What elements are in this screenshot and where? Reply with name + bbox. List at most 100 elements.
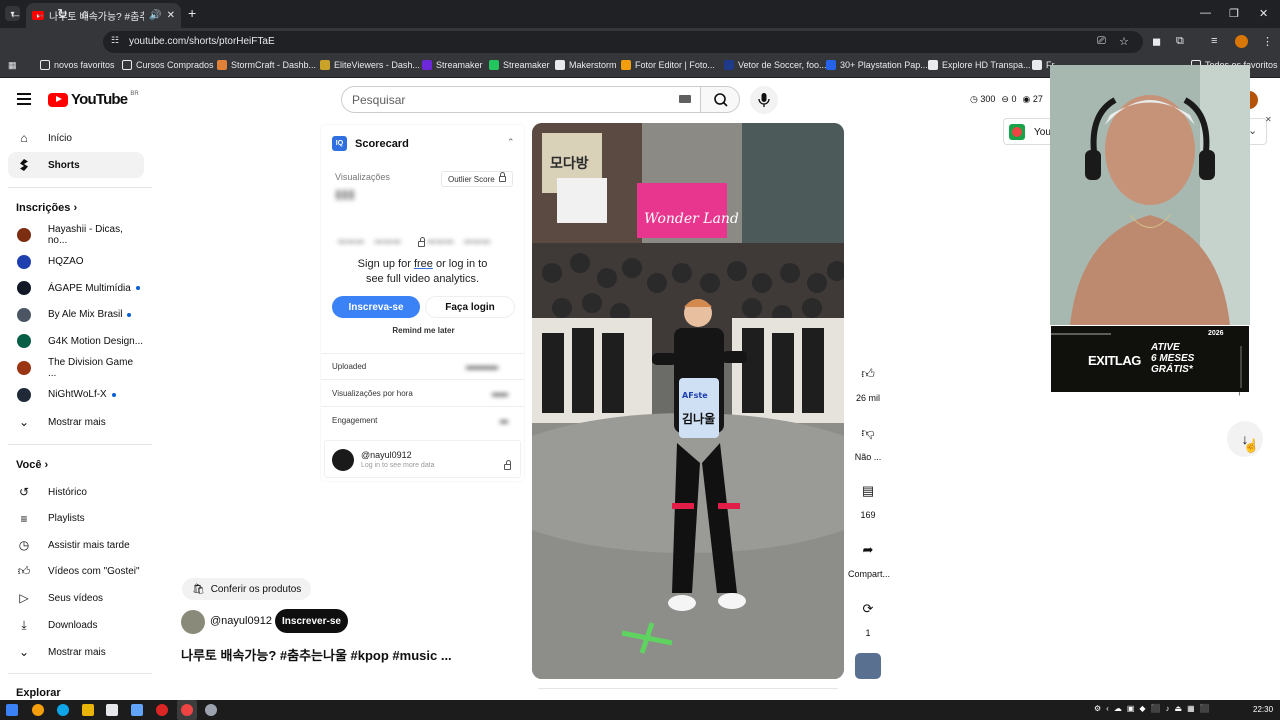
bookmark-item[interactable]: Cursos Comprados (122, 60, 214, 70)
bookmark-item[interactable]: Fotor Editor | Foto... (621, 60, 715, 70)
back-button[interactable]: ← (9, 6, 22, 21)
free-link[interactable]: free (414, 258, 433, 270)
subscriptions-heading[interactable]: Inscrições › (16, 202, 77, 214)
bookmark-item[interactable]: EliteViewers - Dash... (320, 60, 420, 70)
bookmark-item[interactable]: novos favoritos (40, 60, 115, 70)
sidebar-item-label: Downloads (48, 619, 98, 631)
chevron-down-icon: ⌄ (18, 645, 30, 659)
sidebar-item-channel[interactable]: ÁGAPE Multimídia (8, 275, 144, 301)
scorecard-divider (321, 353, 524, 354)
remix-icon[interactable]: ⟳ (853, 594, 883, 624)
close-tab-icon[interactable]: ✕ (167, 10, 175, 21)
thumbs-down-icon[interactable]: 👎︎ (853, 418, 883, 448)
bookmark-item[interactable]: StormCraft - Dashb... (217, 60, 316, 70)
close-window-button[interactable]: ✕ (1259, 7, 1268, 20)
sidebar-item-home[interactable]: ⌂ Início (8, 125, 144, 151)
channel-avatar-icon (16, 228, 32, 242)
subscribe-button[interactable]: Inscrever-se (275, 609, 348, 633)
chrome-menu-icon[interactable]: ⋮ (1262, 35, 1273, 48)
share-action[interactable]: ➦ Compart... (848, 535, 890, 579)
action-label: 1 (865, 627, 871, 638)
browser-tab[interactable]: 나루토 배속가능? #춤추는나 🔊 ✕ (26, 3, 181, 28)
products-button[interactable]: 🛍 Conferir os produtos (182, 578, 312, 600)
forward-button[interactable]: → (33, 6, 46, 21)
share-icon[interactable]: ➦ (853, 535, 883, 565)
bookmark-item[interactable]: 30+ Playstation Pap... (826, 60, 928, 70)
voice-search-button[interactable] (750, 86, 778, 114)
sidebar-item-channel[interactable]: G4K Motion Design... (8, 328, 144, 354)
remind-later-link[interactable]: Remind me later (332, 326, 515, 335)
thumbs-down-action[interactable]: 👎︎ Não ... (848, 418, 888, 462)
close-icon[interactable]: ✕ (1265, 115, 1272, 124)
extension-icon[interactable]: ◼ (1152, 35, 1161, 48)
show-more-subscriptions[interactable]: ⌄ Mostrar mais (8, 409, 144, 435)
bookmark-star-icon[interactable]: ☆ (1119, 35, 1129, 48)
app-icon[interactable] (205, 704, 217, 716)
install-app-icon[interactable]: ⎚ (1097, 35, 1106, 48)
thumbs-up-action[interactable]: 👍︎ 26 mil (848, 359, 888, 403)
file-explorer-icon[interactable] (82, 704, 94, 716)
sidebar-item-playlist[interactable]: ≡ Playlists (8, 506, 144, 532)
bookmark-item[interactable]: Explore HD Transpa... (928, 60, 1031, 70)
app-icon[interactable] (106, 704, 118, 716)
sidebar-item-channel[interactable]: NiGhtWoLf-X (8, 382, 144, 408)
bookmark-label: StormCraft - Dashb... (231, 60, 317, 70)
sidebar-item-download[interactable]: ⤓ Downloads (8, 612, 144, 638)
windows-start-icon[interactable] (6, 704, 18, 716)
bookmark-item[interactable]: Streamaker (422, 60, 483, 70)
site-info-icon[interactable]: ☷ (111, 35, 119, 46)
reload-button[interactable]: ↻ (57, 6, 68, 22)
explore-heading: Explorar (16, 687, 61, 699)
profile-avatar[interactable] (1235, 35, 1248, 48)
home-button[interactable]: ⌂ (81, 6, 89, 21)
menu-icon[interactable] (17, 93, 31, 105)
system-tray-icons[interactable]: ⚙︎‹☁▣◆⬛♪⏏▦⬛ (1094, 704, 1215, 713)
comment-icon[interactable]: ▤ (853, 476, 883, 506)
youtube-logo-text: YouTube (71, 91, 128, 108)
minimize-button[interactable]: — (1200, 7, 1211, 19)
sidebar-item-channel[interactable]: By Ale Mix Brasil (8, 302, 144, 328)
sidebar-item-clock[interactable]: ◷ Assistir mais tarde (8, 532, 144, 558)
remix-action[interactable]: ⟳ 1 (848, 594, 888, 638)
thumbs-up-icon[interactable]: 👍︎ (853, 359, 883, 389)
bookmark-item[interactable]: Streamaker (489, 60, 550, 70)
outlier-score-button[interactable]: Outlier Score (441, 171, 513, 187)
sound-thumbnail[interactable] (855, 653, 881, 679)
speaker-icon[interactable]: 🔊 (149, 10, 161, 21)
signup-button[interactable]: Inscreva-se (332, 296, 420, 318)
video-title[interactable]: 나루토 배속가능? #춤추는나울 #kpop #music ... (181, 645, 452, 664)
edge-icon[interactable] (57, 704, 69, 716)
bookmark-item[interactable]: Vetor de Soccer, foo... (724, 60, 827, 70)
short-video-player[interactable]: 모다방 Wonder Land AFste 김나울 (532, 123, 844, 679)
keyboard-icon[interactable] (679, 95, 691, 103)
blurred-value: ▬ (500, 416, 508, 425)
apps-grid-icon[interactable]: ▦ (8, 60, 17, 71)
bookmark-item[interactable]: Makerstorm (555, 60, 617, 70)
youtube-logo[interactable]: YouTube BR (48, 91, 139, 108)
new-tab-button[interactable]: + (188, 5, 196, 21)
extensions-puzzle-icon[interactable]: ⧉ (1176, 35, 1184, 48)
sidebar-item-video[interactable]: ▷ Seus vídeos (8, 585, 144, 611)
app-icon[interactable] (131, 704, 143, 716)
login-button[interactable]: Faça login (425, 296, 515, 318)
search-button[interactable] (700, 86, 740, 113)
you-heading[interactable]: Você › (16, 459, 48, 471)
sidebar-item-history[interactable]: ↺ Histórico (8, 479, 144, 505)
channel-name[interactable]: @nayul0912 (210, 615, 272, 627)
sidebar-item-channel[interactable]: Hayashii - Dicas, no... (8, 222, 144, 248)
sidebar-item-shorts[interactable]: Shorts (8, 152, 144, 178)
sidebar-item-channel[interactable]: The Division Game ... (8, 355, 144, 381)
scorecard-header[interactable]: IQ Scorecard (332, 136, 409, 151)
restore-button[interactable]: ❐ (1229, 7, 1239, 20)
sidebar-item-channel[interactable]: HQZAO (8, 249, 144, 275)
opera-icon[interactable] (156, 704, 168, 716)
sidebar-item-like[interactable]: 👍︎ Vídeos com "Gostei" (8, 559, 144, 585)
collapse-chevron-icon[interactable]: ⌃ (507, 137, 515, 148)
reading-list-icon[interactable]: ≡ (1211, 35, 1217, 47)
comment-action[interactable]: ▤ 169 (848, 476, 888, 520)
show-more-you[interactable]: ⌄ Mostrar mais (8, 639, 144, 665)
channel-avatar[interactable] (181, 610, 205, 634)
blurred-metrics: ▬▬▬ ▬▬▬ ▬▬▬ ▬▬▬ (338, 236, 492, 245)
history-icon: ↺ (18, 485, 30, 499)
app-icon[interactable] (32, 704, 44, 716)
